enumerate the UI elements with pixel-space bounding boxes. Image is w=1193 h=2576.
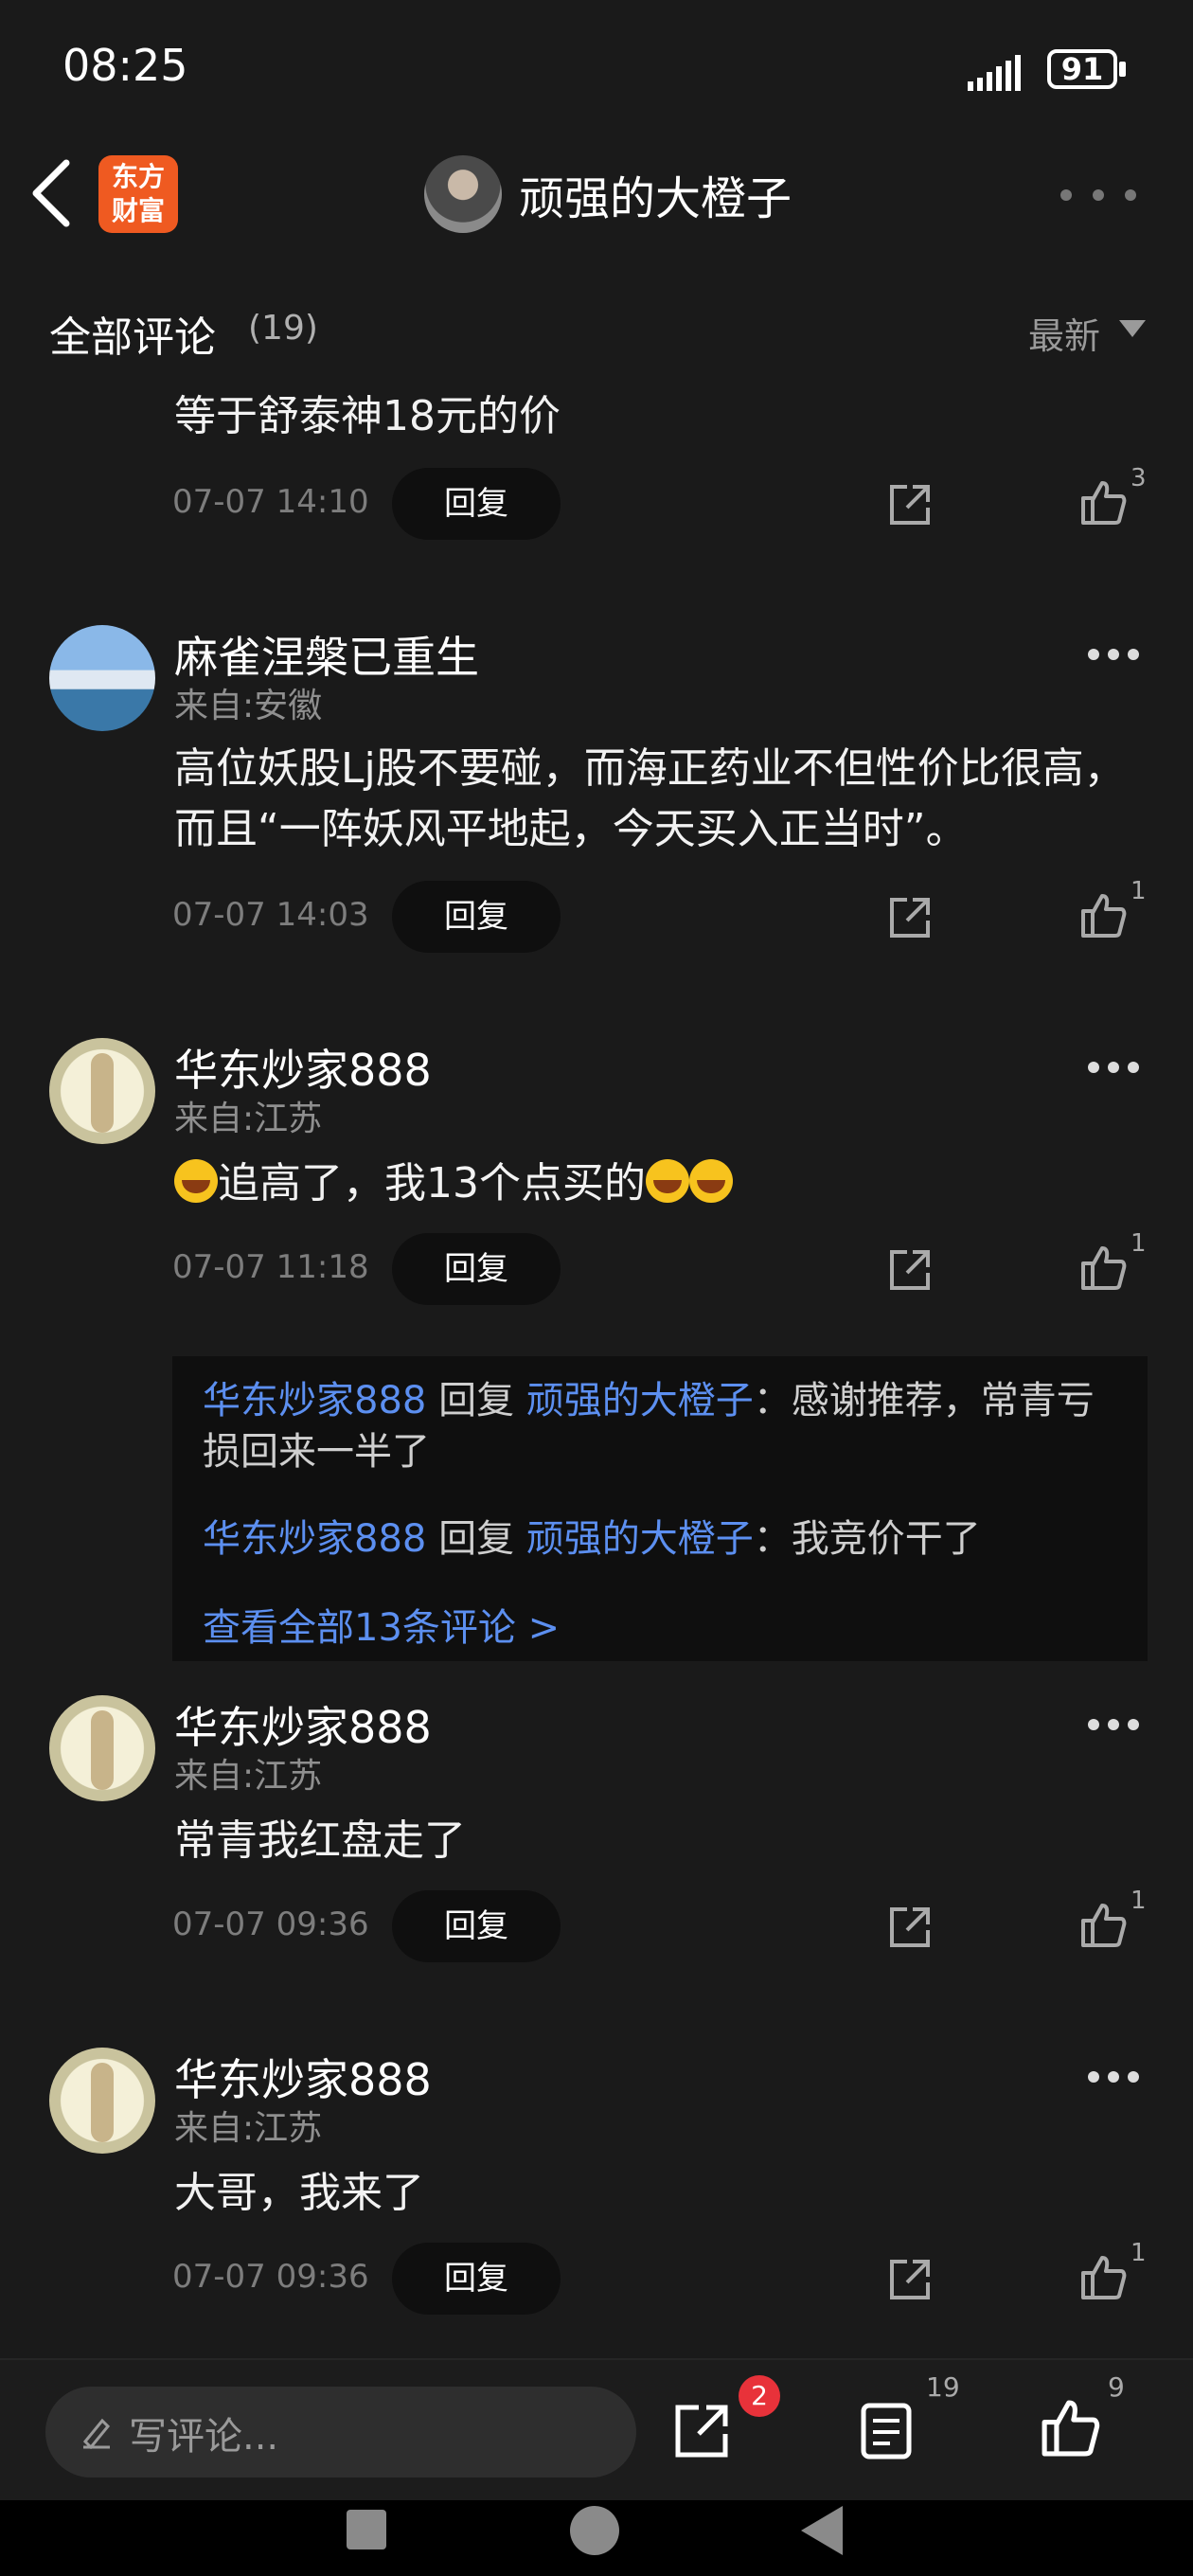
reply-button[interactable]: 回复	[392, 1233, 561, 1305]
more-options-icon[interactable]	[1059, 188, 1138, 203]
reply-button[interactable]: 回复	[392, 2243, 561, 2315]
comments-count: (19)	[248, 309, 318, 348]
write-comment-placeholder[interactable]: 写评论...	[129, 2406, 278, 2460]
reply-button[interactable]: 回复	[392, 881, 561, 953]
username[interactable]: 华东炒家888	[174, 2046, 432, 2108]
like-count: 1	[1131, 877, 1147, 905]
page-title: 顽强的大橙子	[519, 172, 792, 225]
user-avatar[interactable]	[49, 1695, 155, 1801]
user-location: 来自:江苏	[174, 2109, 323, 2148]
username[interactable]: 华东炒家888	[174, 1693, 432, 1756]
comments-heading: 全部评论	[49, 313, 216, 362]
reply-target[interactable]: 顽强的大橙子	[526, 1379, 754, 1422]
status-time: 08:25	[62, 40, 188, 91]
user-location: 来自:江苏	[174, 1100, 323, 1138]
reply-item[interactable]: 华东炒家888 回复 顽强的大橙子：感谢推荐，常青亏损回来一半了	[203, 1375, 1112, 1477]
back-triangle-icon[interactable]	[801, 2506, 843, 2555]
replies-panel[interactable]: 华东炒家888 回复 顽强的大橙子：感谢推荐，常青亏损回来一半了 华东炒家888…	[172, 1356, 1148, 1661]
comment-count: 19	[926, 2371, 960, 2403]
comment-text: 大哥，我来了	[174, 2169, 424, 2217]
reply-item[interactable]: 华东炒家888 回复 顽强的大橙子：我竞价干了	[203, 1513, 1112, 1565]
signal-icon	[968, 55, 1021, 91]
share-icon[interactable]	[886, 2256, 934, 2303]
share-icon[interactable]	[672, 2402, 731, 2460]
like-count: 1	[1131, 1229, 1147, 1258]
battery-level: 91	[1047, 49, 1117, 89]
share-icon[interactable]	[886, 481, 934, 528]
share-count-badge: 2	[739, 2375, 780, 2417]
view-all-replies-link[interactable]: 查看全部13条评论 >	[203, 1597, 560, 1652]
reply-user[interactable]: 华东炒家888	[203, 1517, 426, 1561]
username[interactable]: 麻雀涅槃已重生	[174, 623, 479, 686]
recent-apps-icon[interactable]	[347, 2510, 386, 2549]
more-options-icon[interactable]	[1087, 1061, 1140, 1074]
like-count: 9	[1108, 2371, 1125, 2403]
laughing-tears-emoji-icon	[689, 1159, 733, 1203]
author-avatar[interactable]	[424, 155, 502, 233]
eastmoney-logo[interactable]: 东方 财富	[98, 155, 178, 233]
user-avatar[interactable]	[49, 1038, 155, 1144]
comment-time: 07-07 11:18	[172, 1248, 369, 1286]
user-location: 来自:江苏	[174, 1757, 323, 1796]
comment-time: 07-07 09:36	[172, 2258, 369, 2296]
logo-line-2: 财富	[111, 195, 165, 226]
thumbs-up-icon[interactable]	[1079, 1902, 1127, 1949]
battery-icon: 91	[1047, 49, 1129, 89]
share-icon[interactable]	[886, 1246, 934, 1294]
username[interactable]: 华东炒家888	[174, 1036, 432, 1099]
back-arrow-icon[interactable]	[28, 157, 76, 229]
caret-down-icon[interactable]	[1119, 320, 1146, 337]
like-count: 1	[1131, 2239, 1147, 2267]
comment-text: 常青我红盘走了	[174, 1816, 466, 1865]
reply-verb: 回复	[426, 1517, 526, 1561]
share-icon[interactable]	[886, 1904, 934, 1951]
comment-time: 07-07 14:10	[172, 483, 369, 521]
more-options-icon[interactable]	[1087, 2070, 1140, 2084]
comment-list-icon[interactable]	[860, 2402, 913, 2460]
thumbs-up-icon[interactable]	[1079, 892, 1127, 939]
logo-line-1: 东方	[111, 161, 165, 192]
thumbs-up-icon[interactable]	[1079, 1244, 1127, 1292]
reply-button[interactable]: 回复	[392, 468, 561, 540]
like-count: 1	[1131, 1887, 1147, 1915]
user-location: 来自:安徽	[174, 687, 323, 725]
share-icon[interactable]	[886, 894, 934, 941]
more-options-icon[interactable]	[1087, 1718, 1140, 1731]
reply-verb: 回复	[426, 1379, 526, 1422]
reply-button[interactable]: 回复	[392, 1890, 561, 1962]
comment-text: 等于舒泰神18元的价	[174, 392, 561, 440]
more-options-icon[interactable]	[1087, 648, 1140, 661]
comment-text: 追高了，我13个点买的	[174, 1154, 1149, 1214]
comment-text: 高位妖股Lj股不要碰，而海正药业不但性价比很高，而且“一阵妖风平地起，今天买入正…	[174, 744, 1126, 853]
thumbs-up-icon[interactable]	[1079, 479, 1127, 527]
home-icon[interactable]	[570, 2506, 619, 2555]
laughing-tears-emoji-icon	[174, 1159, 218, 1203]
pen-icon	[82, 2418, 111, 2449]
user-avatar[interactable]	[49, 2048, 155, 2154]
like-count: 3	[1131, 464, 1147, 492]
reply-user[interactable]: 华东炒家888	[203, 1379, 426, 1422]
comment-text-main: 追高了，我13个点买的	[218, 1159, 646, 1208]
thumbs-up-icon[interactable]	[1040, 2398, 1100, 2459]
comment-time: 07-07 14:03	[172, 896, 369, 934]
reply-target[interactable]: 顽强的大橙子	[526, 1517, 754, 1561]
reply-text: ：我竞价干了	[753, 1517, 981, 1561]
user-avatar[interactable]	[49, 625, 155, 731]
thumbs-up-icon[interactable]	[1079, 2254, 1127, 2301]
laughing-tears-emoji-icon	[646, 1159, 689, 1203]
comment-time: 07-07 09:36	[172, 1905, 369, 1943]
sort-dropdown[interactable]: 最新	[1028, 307, 1100, 359]
